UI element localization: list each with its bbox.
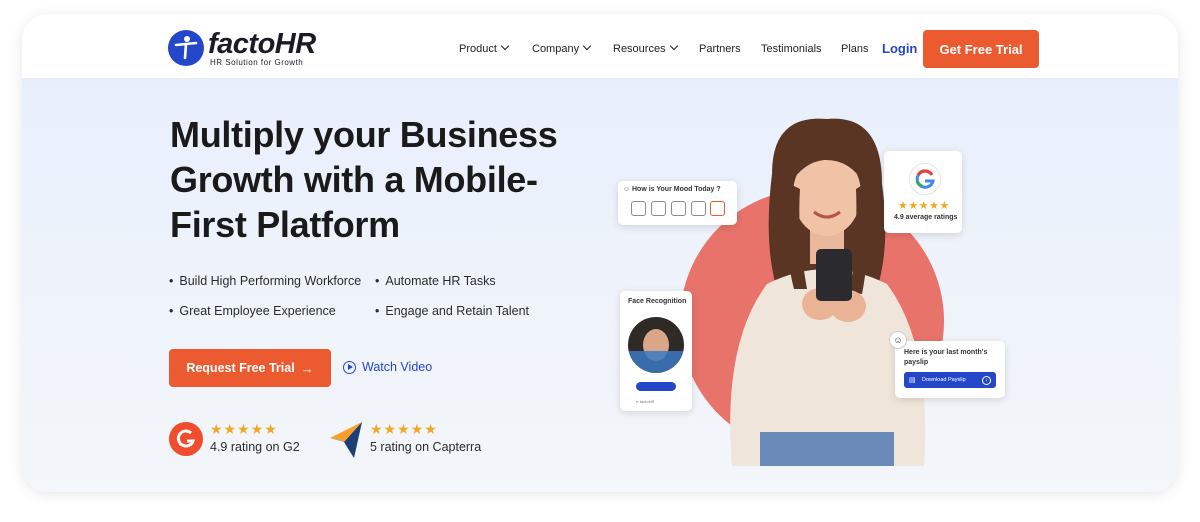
payslip-message: Here is your last month's payslip: [904, 349, 988, 366]
hero-card: factoHR HR Solution for Growth Product C…: [22, 14, 1178, 492]
arrow-right-icon: →: [300, 360, 314, 376]
hero-headline: Multiply your Business Growth with a Mob…: [170, 114, 558, 245]
google-rating-text: 4.9 average ratings: [894, 214, 958, 221]
chevron-down-icon: [669, 41, 678, 51]
play-icon: [343, 360, 356, 374]
powered-by-logo: ▪▪ factoHR: [636, 399, 655, 404]
nav-label: Resources: [613, 43, 666, 55]
document-icon: ▤: [909, 377, 916, 384]
download-icon: ↓: [982, 375, 991, 385]
happy-face-icon[interactable]: [710, 201, 725, 216]
google-rating-card: ★★★★★ 4.9 average ratings: [884, 151, 962, 233]
chevron-down-icon: [500, 41, 510, 51]
nav-label: Product: [459, 43, 497, 55]
mood-card: ☺ How is Your Mood Today ?: [618, 181, 737, 225]
request-free-trial-button[interactable]: Request Free Trial →: [169, 349, 331, 387]
nav-label: Company: [532, 43, 580, 55]
nav-product[interactable]: Product: [459, 41, 510, 56]
link-label: Watch Video: [362, 360, 433, 374]
nav-resources[interactable]: Resources: [613, 41, 678, 56]
face-recognition-title: Face Recognition: [628, 298, 687, 305]
feature-item: Build High Performing Workforce: [169, 274, 361, 288]
face-photo-image: [628, 317, 684, 373]
nav-plans[interactable]: Plans: [841, 42, 869, 56]
download-payslip-button[interactable]: ▤ Download Payslip ↓: [904, 372, 996, 388]
feature-item: Engage and Retain Talent: [375, 304, 529, 318]
face-scan-button[interactable]: [636, 382, 676, 391]
button-label: Request Free Trial: [186, 361, 295, 375]
neutral-face-icon[interactable]: [671, 201, 686, 216]
sad-face-icon[interactable]: [631, 201, 646, 216]
bot-icon: ☺: [889, 331, 907, 349]
feature-item: Great Employee Experience: [169, 304, 335, 318]
unhappy-face-icon[interactable]: [651, 201, 666, 216]
chat-icon: ☺: [623, 186, 631, 193]
mood-card-title: How is Your Mood Today ?: [632, 186, 721, 193]
login-link[interactable]: Login: [882, 41, 917, 56]
brand-tagline: HR Solution for Growth: [210, 58, 304, 67]
payslip-card: ☺ Here is your last month's payslip ▤ Do…: [889, 331, 1005, 398]
feature-item: Automate HR Tasks: [375, 274, 495, 288]
capterra-logo-icon: [330, 422, 362, 458]
nav-company[interactable]: Company: [532, 41, 592, 56]
button-label: Download Payslip: [922, 377, 966, 383]
google-stars: ★★★★★: [898, 200, 950, 212]
nav-partners[interactable]: Partners: [699, 42, 741, 56]
top-navbar: factoHR HR Solution for Growth Product C…: [22, 14, 1178, 79]
g2-logo-icon: [169, 422, 203, 456]
g2-stars: ★★★★★: [210, 421, 278, 437]
smile-face-icon[interactable]: [691, 201, 706, 216]
get-free-trial-button[interactable]: Get Free Trial: [923, 30, 1039, 68]
watch-video-link[interactable]: Watch Video: [343, 360, 432, 374]
brand-name[interactable]: factoHR: [208, 28, 316, 60]
g2-rating-text: 4.9 rating on G2: [210, 440, 300, 454]
factohr-logo-icon[interactable]: [168, 30, 204, 66]
face-illustration-icon: [628, 329, 684, 373]
google-logo-icon: [909, 163, 941, 195]
nav-testimonials[interactable]: Testimonials: [761, 42, 822, 56]
chevron-down-icon: [582, 41, 592, 51]
capterra-rating-text: 5 rating on Capterra: [370, 440, 482, 454]
capterra-stars: ★★★★★: [370, 421, 438, 437]
face-recognition-card: Face Recognition ▪▪ factoHR: [620, 291, 692, 411]
